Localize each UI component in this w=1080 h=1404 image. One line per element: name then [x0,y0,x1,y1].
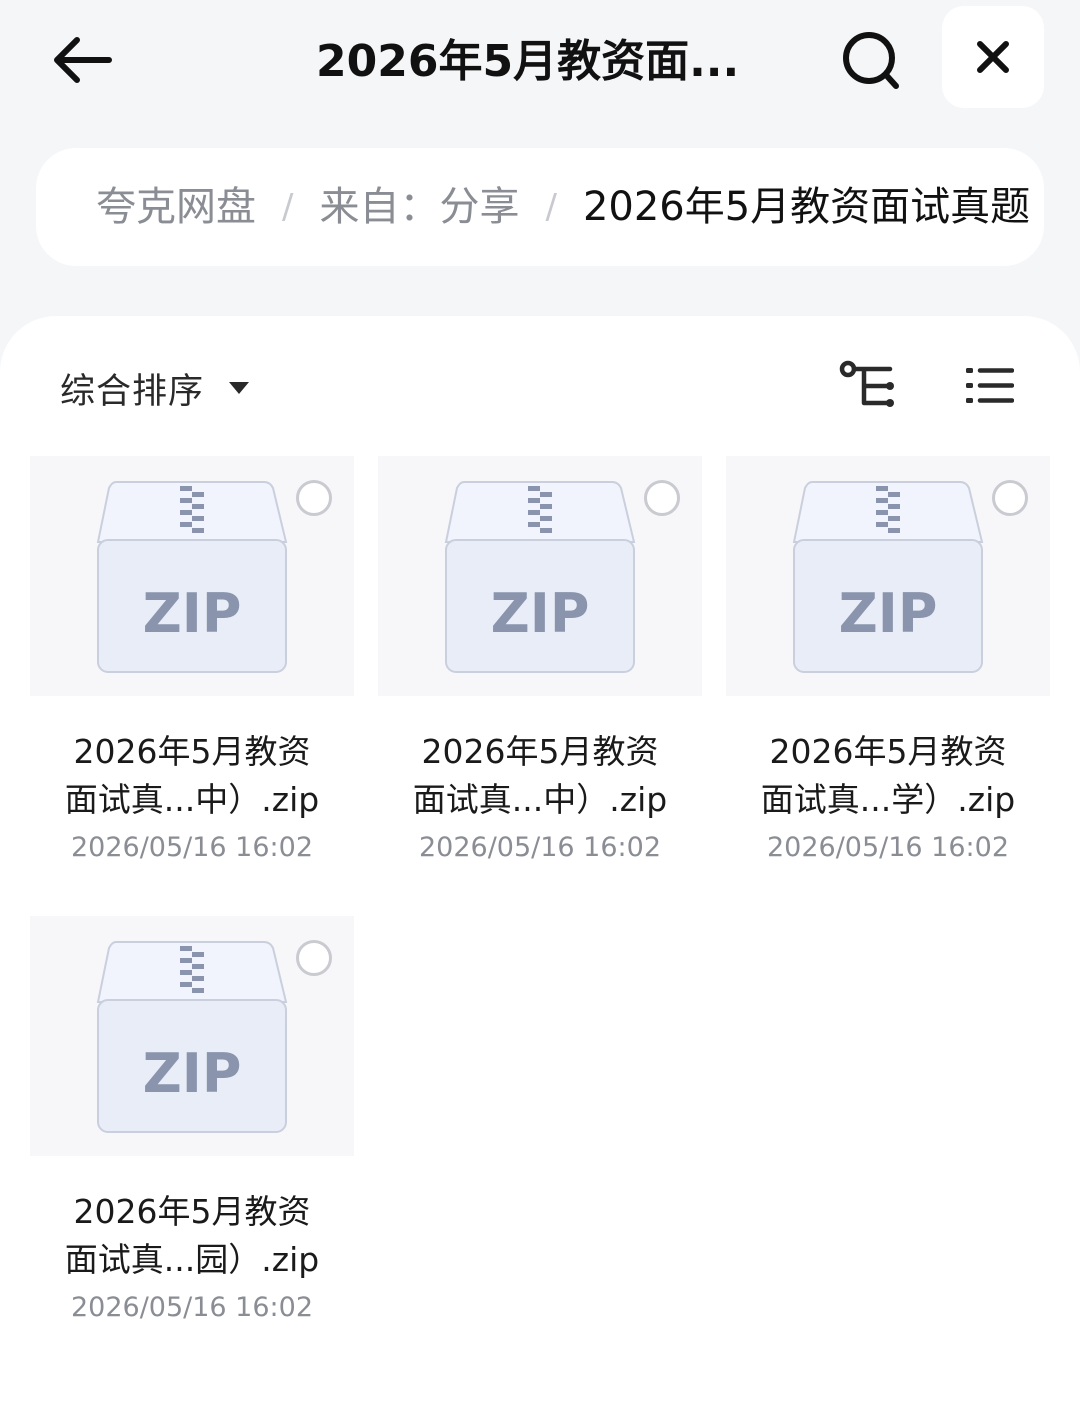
file-panel: 综合排序 ZIP 2026年5月教资 面试真...中）.zip 2026/05/… [0,316,1080,1404]
search-button[interactable] [828,18,914,104]
zip-icon-label: ZIP [839,582,938,645]
file-date: 2026/05/16 16:02 [70,1292,313,1323]
file-name-line-1: 2026年5月教资 [73,1192,311,1231]
file-tile[interactable]: ZIP 2026年5月教资 面试真...中）.zip 2026/05/16 16… [378,456,702,876]
file-name: 2026年5月教资 面试真...学）.zip [726,728,1050,824]
zip-file-icon: ZIP [792,481,984,673]
file-tile[interactable]: ZIP 2026年5月教资 面试真...中）.zip 2026/05/16 16… [30,456,354,876]
breadcrumb-item-quark-drive[interactable]: 夸克网盘 [96,148,256,266]
file-name-line-2: 面试真...学）.zip [760,780,1016,819]
zip-icon-label: ZIP [491,582,590,645]
file-name-line-2: 面试真...园）.zip [64,1240,320,1279]
file-name-line-1: 2026年5月教资 [421,732,659,771]
top-bar: 2026年5月教资面... [0,0,1080,120]
file-date: 2026/05/16 16:02 [418,832,661,863]
breadcrumb-separator: / [282,187,294,227]
zip-icon-label: ZIP [143,1042,242,1105]
file-name-line-1: 2026年5月教资 [769,732,1007,771]
file-name-line-1: 2026年5月教资 [73,732,311,771]
file-date: 2026/05/16 16:02 [766,832,1009,863]
file-name: 2026年5月教资 面试真...中）.zip [30,728,354,824]
breadcrumb-item-current-folder: 2026年5月教资面试真题（ [582,184,1044,230]
back-button[interactable] [40,18,124,102]
breadcrumb-separator: / [545,187,557,227]
select-checkbox[interactable] [644,480,680,516]
breadcrumb: 夸克网盘 / 来自：分享 / 2026年5月教资面试真题（ [36,148,1044,266]
file-date: 2026/05/16 16:02 [70,832,313,863]
file-grid: ZIP 2026年5月教资 面试真...中）.zip 2026/05/16 16… [0,316,1080,1404]
select-checkbox[interactable] [992,480,1028,516]
file-name-line-2: 面试真...中）.zip [412,780,668,819]
zip-file-icon: ZIP [96,481,288,673]
select-checkbox[interactable] [296,480,332,516]
close-icon [977,41,1009,73]
search-icon [843,32,899,89]
breadcrumb-item-from-share[interactable]: 来自：分享 [319,148,519,266]
file-name: 2026年5月教资 面试真...中）.zip [378,728,702,824]
close-button[interactable] [942,6,1044,108]
file-name: 2026年5月教资 面试真...园）.zip [30,1188,354,1284]
file-tile[interactable]: ZIP 2026年5月教资 面试真...园）.zip 2026/05/16 16… [30,916,354,1336]
page-title: 2026年5月教资面... [316,36,740,87]
zip-icon-label: ZIP [143,582,242,645]
file-tile[interactable]: ZIP 2026年5月教资 面试真...学）.zip 2026/05/16 16… [726,456,1050,876]
file-name-line-2: 面试真...中）.zip [64,780,320,819]
arrow-left-icon [54,37,112,83]
zip-file-icon: ZIP [96,941,288,1133]
zip-file-icon: ZIP [444,481,636,673]
select-checkbox[interactable] [296,940,332,976]
